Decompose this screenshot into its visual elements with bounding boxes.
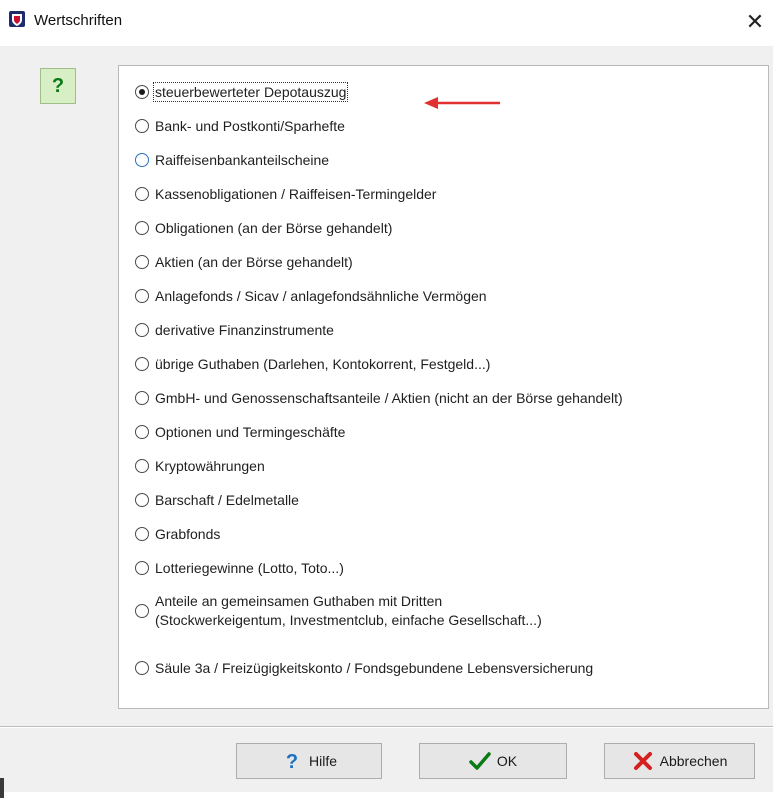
option-optionen-termingeschaefte[interactable]: Optionen und Termingeschäfte (135, 424, 345, 440)
help-button[interactable]: ? Hilfe (236, 743, 382, 779)
radio[interactable] (135, 561, 149, 575)
ok-button[interactable]: OK (419, 743, 567, 779)
option-label: Kryptowährungen (155, 458, 265, 474)
option-label: Anteile an gemeinsamen Guthaben mit Drit… (155, 592, 542, 630)
separator-highlight (0, 727, 773, 728)
option-kassenobligationen[interactable]: Kassenobligationen / Raiffeisen-Terminge… (135, 186, 436, 202)
app-icon (9, 11, 25, 27)
option-aktien[interactable]: Aktien (an der Börse gehandelt) (135, 254, 353, 270)
radio[interactable] (135, 357, 149, 371)
help-question-icon[interactable]: ? (40, 68, 76, 104)
option-gmbh-genossenschaft[interactable]: GmbH- und Genossenschaftsanteile / Aktie… (135, 390, 623, 406)
option-group: steuerbewerteter Depotauszug Bank- und P… (118, 65, 769, 709)
option-label: Bank- und Postkonti/Sparhefte (155, 118, 345, 134)
option-uebrige-guthaben[interactable]: übrige Guthaben (Darlehen, Kontokorrent,… (135, 356, 490, 372)
radio[interactable] (135, 604, 149, 618)
option-label: steuerbewerteter Depotauszug (152, 82, 349, 102)
radio[interactable] (135, 459, 149, 473)
help-button-label: Hilfe (308, 753, 337, 769)
option-lotteriegewinne[interactable]: Lotteriegewinne (Lotto, Toto...) (135, 560, 344, 576)
dialog-body: ? steuerbewerteter Depotauszug Bank- und… (0, 46, 773, 798)
radio[interactable] (135, 153, 149, 167)
radio[interactable] (135, 527, 149, 541)
option-label: derivative Finanzinstrumente (155, 322, 334, 338)
option-label: Kassenobligationen / Raiffeisen-Terminge… (155, 186, 437, 202)
cancel-button[interactable]: Abbrechen (604, 743, 755, 779)
svg-text:?: ? (286, 751, 298, 772)
option-label-line1: Anteile an gemeinsamen Guthaben mit Drit… (155, 593, 443, 609)
red-arrow-icon (424, 97, 500, 109)
option-kryptowaehrungen[interactable]: Kryptowährungen (135, 458, 265, 474)
option-saeule-3a[interactable]: Säule 3a / Freizügigkeitskonto / Fondsge… (135, 660, 593, 676)
x-icon (633, 752, 652, 770)
radio[interactable] (135, 255, 149, 269)
option-label: GmbH- und Genossenschaftsanteile / Aktie… (155, 390, 623, 406)
ok-button-label: OK (496, 753, 518, 769)
radio[interactable] (135, 661, 149, 675)
radio[interactable] (135, 221, 149, 235)
option-barschaft[interactable]: Barschaft / Edelmetalle (135, 492, 299, 508)
option-depotauszug[interactable]: steuerbewerteter Depotauszug (135, 82, 349, 102)
option-label: Säule 3a / Freizügigkeitskonto / Fondsge… (155, 660, 594, 676)
radio[interactable] (135, 119, 149, 133)
radio[interactable] (135, 323, 149, 337)
option-label-line2: (Stockwerkeigentum, Investmentclub, einf… (155, 612, 542, 628)
option-label: übrige Guthaben (Darlehen, Kontokorrent,… (155, 356, 491, 372)
radio[interactable] (135, 425, 149, 439)
window-title: Wertschriften (34, 12, 123, 29)
radio[interactable] (135, 493, 149, 507)
radio[interactable] (135, 187, 149, 201)
option-label: Anlagefonds / Sicav / anlagefondsähnlich… (155, 288, 487, 304)
checkmark-icon (469, 752, 491, 770)
option-label: Lotteriegewinne (Lotto, Toto...) (155, 560, 344, 576)
option-label: Optionen und Termingeschäfte (155, 424, 346, 440)
option-label: Barschaft / Edelmetalle (155, 492, 299, 508)
option-label: Obligationen (an der Börse gehandelt) (155, 220, 393, 236)
option-anlagefonds[interactable]: Anlagefonds / Sicav / anlagefondsähnlich… (135, 288, 487, 304)
window-edge-mark (0, 778, 4, 798)
option-label: Raiffeisenbankanteilscheine (155, 152, 330, 168)
cancel-button-label: Abbrechen (659, 753, 728, 769)
option-label: Aktien (an der Börse gehandelt) (155, 254, 353, 270)
option-label: Grabfonds (155, 526, 221, 542)
close-icon[interactable]: ✕ (741, 8, 769, 36)
option-bank-postkonti[interactable]: Bank- und Postkonti/Sparhefte (135, 118, 345, 134)
question-icon: ? (286, 751, 298, 772)
option-grabfonds[interactable]: Grabfonds (135, 526, 220, 542)
option-obligationen[interactable]: Obligationen (an der Börse gehandelt) (135, 220, 392, 236)
radio-selected[interactable] (135, 85, 149, 99)
option-derivative[interactable]: derivative Finanzinstrumente (135, 322, 334, 338)
title-bar: Wertschriften ✕ (0, 0, 773, 46)
option-raiffeisen-anteilscheine[interactable]: Raiffeisenbankanteilscheine (135, 152, 329, 168)
radio[interactable] (135, 391, 149, 405)
option-gemeinsame-guthaben[interactable]: Anteile an gemeinsamen Guthaben mit Drit… (135, 592, 542, 630)
radio[interactable] (135, 289, 149, 303)
